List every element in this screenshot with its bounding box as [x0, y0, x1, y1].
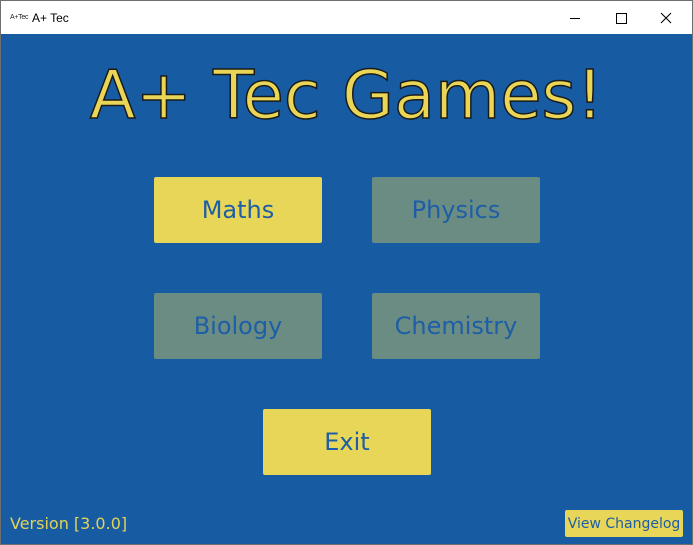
version-label: Version [3.0.0]	[10, 514, 128, 533]
close-button[interactable]	[644, 1, 690, 34]
chemistry-button[interactable]: Chemistry	[372, 293, 540, 359]
maths-button[interactable]: Maths	[154, 177, 322, 243]
maximize-button[interactable]	[598, 1, 644, 34]
minimize-icon	[570, 18, 580, 19]
window-title: A+ Tec	[32, 11, 69, 25]
app-icon: A+Tec	[10, 14, 29, 21]
maximize-icon	[616, 13, 627, 24]
title-bar[interactable]: A+Tec A+ Tec	[1, 1, 692, 34]
exit-button[interactable]: Exit	[263, 409, 431, 475]
main-panel: A+ Tec Games! Maths Physics Biology Chem…	[1, 34, 692, 544]
physics-button[interactable]: Physics	[372, 177, 540, 243]
biology-button[interactable]: Biology	[154, 293, 322, 359]
app-window: A+Tec A+ Tec A+ Tec Games! Maths Physics…	[0, 0, 693, 545]
view-changelog-button[interactable]: View Changelog	[565, 510, 683, 537]
minimize-button[interactable]	[552, 1, 598, 34]
page-title: A+ Tec Games!	[89, 55, 604, 135]
close-icon	[660, 12, 672, 24]
